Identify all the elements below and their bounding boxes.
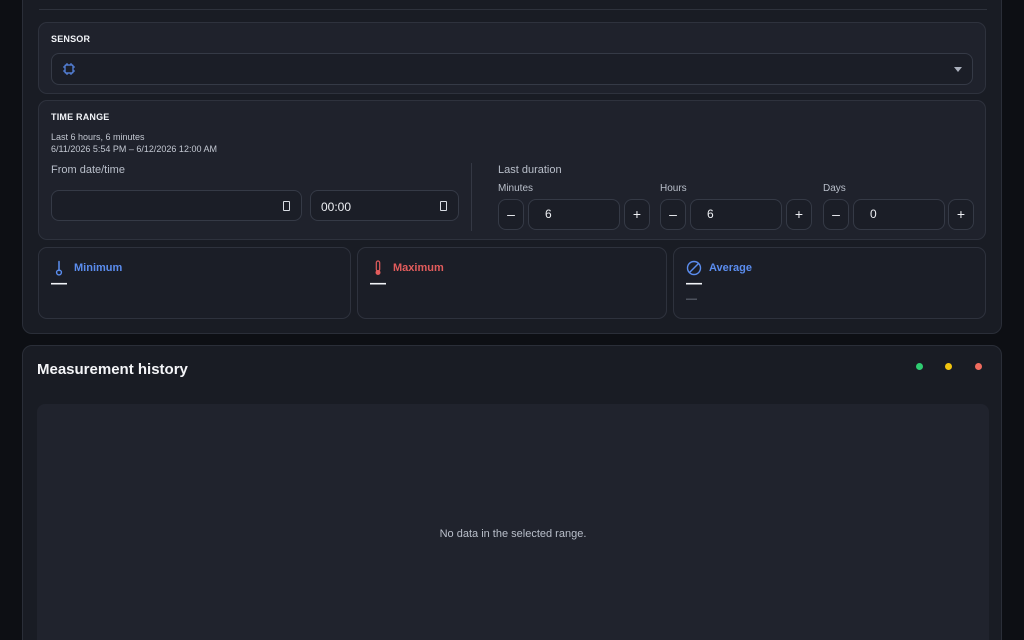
calendar-icon[interactable] bbox=[283, 201, 290, 211]
sensor-select[interactable] bbox=[51, 53, 973, 85]
average-value: — bbox=[686, 275, 702, 292]
minimum-value: — bbox=[51, 275, 67, 292]
hours-input[interactable]: 6 bbox=[690, 199, 782, 230]
time-range-summary: Last 6 hours, 6 minutes bbox=[51, 132, 145, 142]
minutes-label: Minutes bbox=[498, 183, 534, 194]
thermometer-high-icon bbox=[375, 260, 381, 275]
time-range-panel: TIME RANGE Last 6 hours, 6 minutes 6/11/… bbox=[38, 100, 986, 240]
sensor-title: SENSOR bbox=[51, 34, 91, 44]
days-decrement-button[interactable]: – bbox=[823, 199, 849, 230]
minimum-card: Minimum — bbox=[38, 247, 351, 319]
time-value: 00:00 bbox=[321, 200, 352, 214]
hours-label: Hours bbox=[660, 183, 687, 194]
maximum-card: Maximum — bbox=[357, 247, 667, 319]
vertical-divider bbox=[471, 163, 472, 231]
date-input[interactable] bbox=[51, 190, 302, 221]
thermometer-low-icon bbox=[55, 260, 63, 276]
minutes-input[interactable]: 6 bbox=[528, 199, 620, 230]
measurement-history-card: Measurement history No data in the selec… bbox=[22, 345, 1002, 640]
chevron-down-icon bbox=[954, 67, 962, 72]
history-title: Measurement history bbox=[37, 361, 188, 378]
hours-decrement-button[interactable]: – bbox=[660, 199, 686, 230]
maximum-label: Maximum bbox=[393, 262, 444, 274]
clock-icon[interactable] bbox=[440, 201, 447, 211]
days-increment-button[interactable]: + bbox=[948, 199, 974, 230]
days-input[interactable]: 0 bbox=[853, 199, 945, 230]
average-icon bbox=[686, 260, 702, 276]
minutes-decrement-button[interactable]: – bbox=[498, 199, 524, 230]
last-duration-label: Last duration bbox=[498, 164, 562, 176]
status-dot-red bbox=[975, 363, 982, 370]
hours-increment-button[interactable]: + bbox=[786, 199, 812, 230]
maximum-value: — bbox=[370, 275, 386, 292]
minutes-increment-button[interactable]: + bbox=[624, 199, 650, 230]
time-range-title: TIME RANGE bbox=[51, 112, 110, 122]
history-chart-area: No data in the selected range. bbox=[37, 404, 989, 640]
sensor-panel: SENSOR bbox=[38, 22, 986, 94]
divider bbox=[39, 9, 987, 10]
status-dot-green bbox=[916, 363, 923, 370]
time-range-dates: 6/11/2026 5:54 PM – 6/12/2026 12:00 AM bbox=[51, 144, 217, 154]
chip-icon bbox=[63, 63, 75, 75]
status-dot-yellow bbox=[945, 363, 952, 370]
from-datetime-label: From date/time bbox=[51, 164, 125, 176]
minimum-label: Minimum bbox=[74, 262, 123, 274]
days-label: Days bbox=[823, 183, 846, 194]
empty-state-message: No data in the selected range. bbox=[439, 528, 587, 540]
average-subvalue: — bbox=[686, 293, 697, 305]
average-card: Average — — bbox=[673, 247, 986, 319]
time-input[interactable]: 00:00 bbox=[310, 190, 459, 221]
average-label: Average bbox=[709, 262, 753, 274]
